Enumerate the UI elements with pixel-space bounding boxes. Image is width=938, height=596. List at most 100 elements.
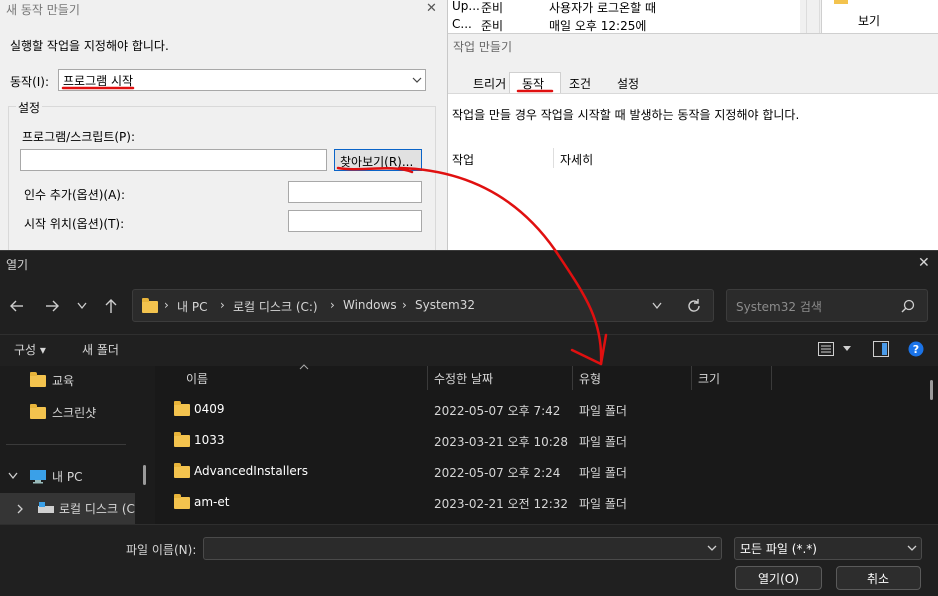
nav-divider [6,444,126,445]
startin-label: 시작 위치(옵션)(T): [24,217,125,231]
file-type: 파일 폴더 [579,466,627,480]
instruction-text: 실행할 작업을 지정해야 합니다. [10,39,169,53]
forward-arrow-icon[interactable] [44,298,60,314]
col-header-action[interactable]: 작업 [452,151,474,168]
svg-text:?: ? [913,343,919,356]
file-modified: 2022-05-07 오후 7:42 [434,404,561,418]
filetype-select-value: 모든 파일 (*.*) [740,542,817,556]
breadcrumb-disk[interactable]: 로컬 디스크 (C:) [233,298,318,315]
tab-conditions[interactable]: 조건 [569,75,591,92]
recent-locations-chevron-icon[interactable] [77,302,87,310]
startin-input[interactable] [288,210,422,232]
search-icon[interactable] [901,299,915,313]
task-list-trigger-1: 사용자가 로그온할 때 [549,1,656,15]
column-divider[interactable] [427,366,428,390]
file-modified: 2023-03-21 오후 10:28 [434,435,569,449]
chevron-down-icon [907,545,917,551]
open-button-label: 열기(O) [758,572,799,586]
folder-icon [174,494,190,509]
folder-icon [834,0,848,4]
action-label: 동작(I): [10,75,50,89]
close-icon[interactable]: ✕ [426,1,437,16]
column-header-size[interactable]: 크기 [698,370,720,387]
breadcrumb-system32[interactable]: System32 [415,298,475,312]
column-separator [553,148,554,168]
nav-item-this-pc[interactable]: 내 PC [52,468,82,485]
drive-icon [38,502,54,513]
breadcrumb-pc[interactable]: 내 PC [177,298,207,315]
task-list-status-1: 준비 [481,1,504,15]
file-name-0409[interactable]: 0409 [194,402,225,416]
organize-menu[interactable]: 구성 ▾ [14,341,46,358]
file-type: 파일 폴더 [579,404,627,418]
refresh-icon[interactable] [686,298,702,314]
folder-icon [174,432,190,447]
view-details-icon[interactable] [818,342,834,356]
nav-item-education[interactable]: 교육 [52,372,74,389]
nav-scrollbar[interactable] [143,465,146,485]
back-arrow-icon[interactable] [9,298,25,314]
file-name-advancedinstallers[interactable]: AdvancedInstallers [194,464,308,478]
file-name-1033[interactable]: 1033 [194,433,225,447]
view-options-chevron-icon[interactable] [843,346,851,352]
col-header-details[interactable]: 자세히 [560,151,593,168]
expand-chevron-icon[interactable] [8,472,18,480]
program-input[interactable] [20,149,327,171]
tab-settings[interactable]: 설정 [617,75,639,92]
actions-description: 작업을 만들 경우 작업을 시작할 때 발생하는 동작을 지정해야 합니다. [452,108,800,122]
sort-ascending-icon [299,364,309,370]
task-list-status-2: 준비 [481,19,504,33]
column-header-modified[interactable]: 수정한 날짜 [434,370,493,387]
filename-label: 파일 이름(N): [126,543,197,557]
file-type: 파일 폴더 [579,435,627,449]
folder-icon [174,463,190,478]
folder-icon [30,404,46,419]
task-list-name-2[interactable]: C... [452,17,472,31]
new-action-title: 새 동작 만들기 [6,3,80,17]
folder-icon [142,298,158,313]
filename-history-chevron-icon[interactable] [707,545,717,552]
column-header-type[interactable]: 유형 [579,370,601,387]
browse-button-label: 찾아보기(R)... [340,155,414,169]
collapse-chevron-icon[interactable] [16,504,24,514]
args-label: 인수 추가(옵션)(A): [24,188,126,202]
tab-actions[interactable]: 동작 [522,75,544,92]
nav-item-screenshots[interactable]: 스크린샷 [52,404,96,421]
cancel-button-label: 취소 [867,572,890,586]
program-label: 프로그램/스크립트(P): [22,130,136,144]
file-list-scrollbar[interactable] [930,380,933,400]
column-divider[interactable] [572,366,573,390]
task-list-trigger-2: 매일 오후 12:25에 [549,19,647,33]
file-modified: 2022-05-07 오후 2:24 [434,466,561,480]
search-placeholder: System32 검색 [736,300,822,314]
new-folder-button[interactable]: 새 폴더 [82,341,119,358]
up-arrow-icon[interactable] [104,298,118,314]
breadcrumb-windows[interactable]: Windows [343,298,397,312]
args-input[interactable] [288,181,422,203]
column-divider[interactable] [771,366,772,390]
column-divider[interactable] [691,366,692,390]
address-history-chevron-icon[interactable] [652,302,662,310]
settings-group-label: 설정 [16,99,43,116]
dialog-close-icon[interactable]: ✕ [918,255,930,271]
column-header-name[interactable]: 이름 [186,370,208,387]
create-task-title: 작업 만들기 [453,40,513,54]
tab-triggers[interactable]: 트리거 [473,75,506,92]
folder-icon [174,401,190,416]
folder-icon [30,372,46,387]
chevron-down-icon [412,77,422,83]
computer-icon [30,470,46,484]
file-modified: 2023-02-21 오전 12:32 [434,497,569,511]
task-list-name-1[interactable]: Up... [452,0,480,13]
task-list-scrollbar[interactable] [806,0,820,36]
preview-pane-icon[interactable] [873,341,889,357]
file-type: 파일 폴더 [579,497,627,511]
open-dialog-title: 열기 [6,258,29,272]
help-icon[interactable]: ? [908,341,924,357]
toolbar-divider [0,334,938,335]
file-name-am-et[interactable]: am-et [194,495,229,509]
filename-input[interactable] [203,537,722,560]
action-select-value: 프로그램 시작 [63,74,134,88]
nav-item-local-disk[interactable]: 로컬 디스크 (C [59,500,135,517]
side-view-item[interactable]: 보기 [858,12,880,29]
